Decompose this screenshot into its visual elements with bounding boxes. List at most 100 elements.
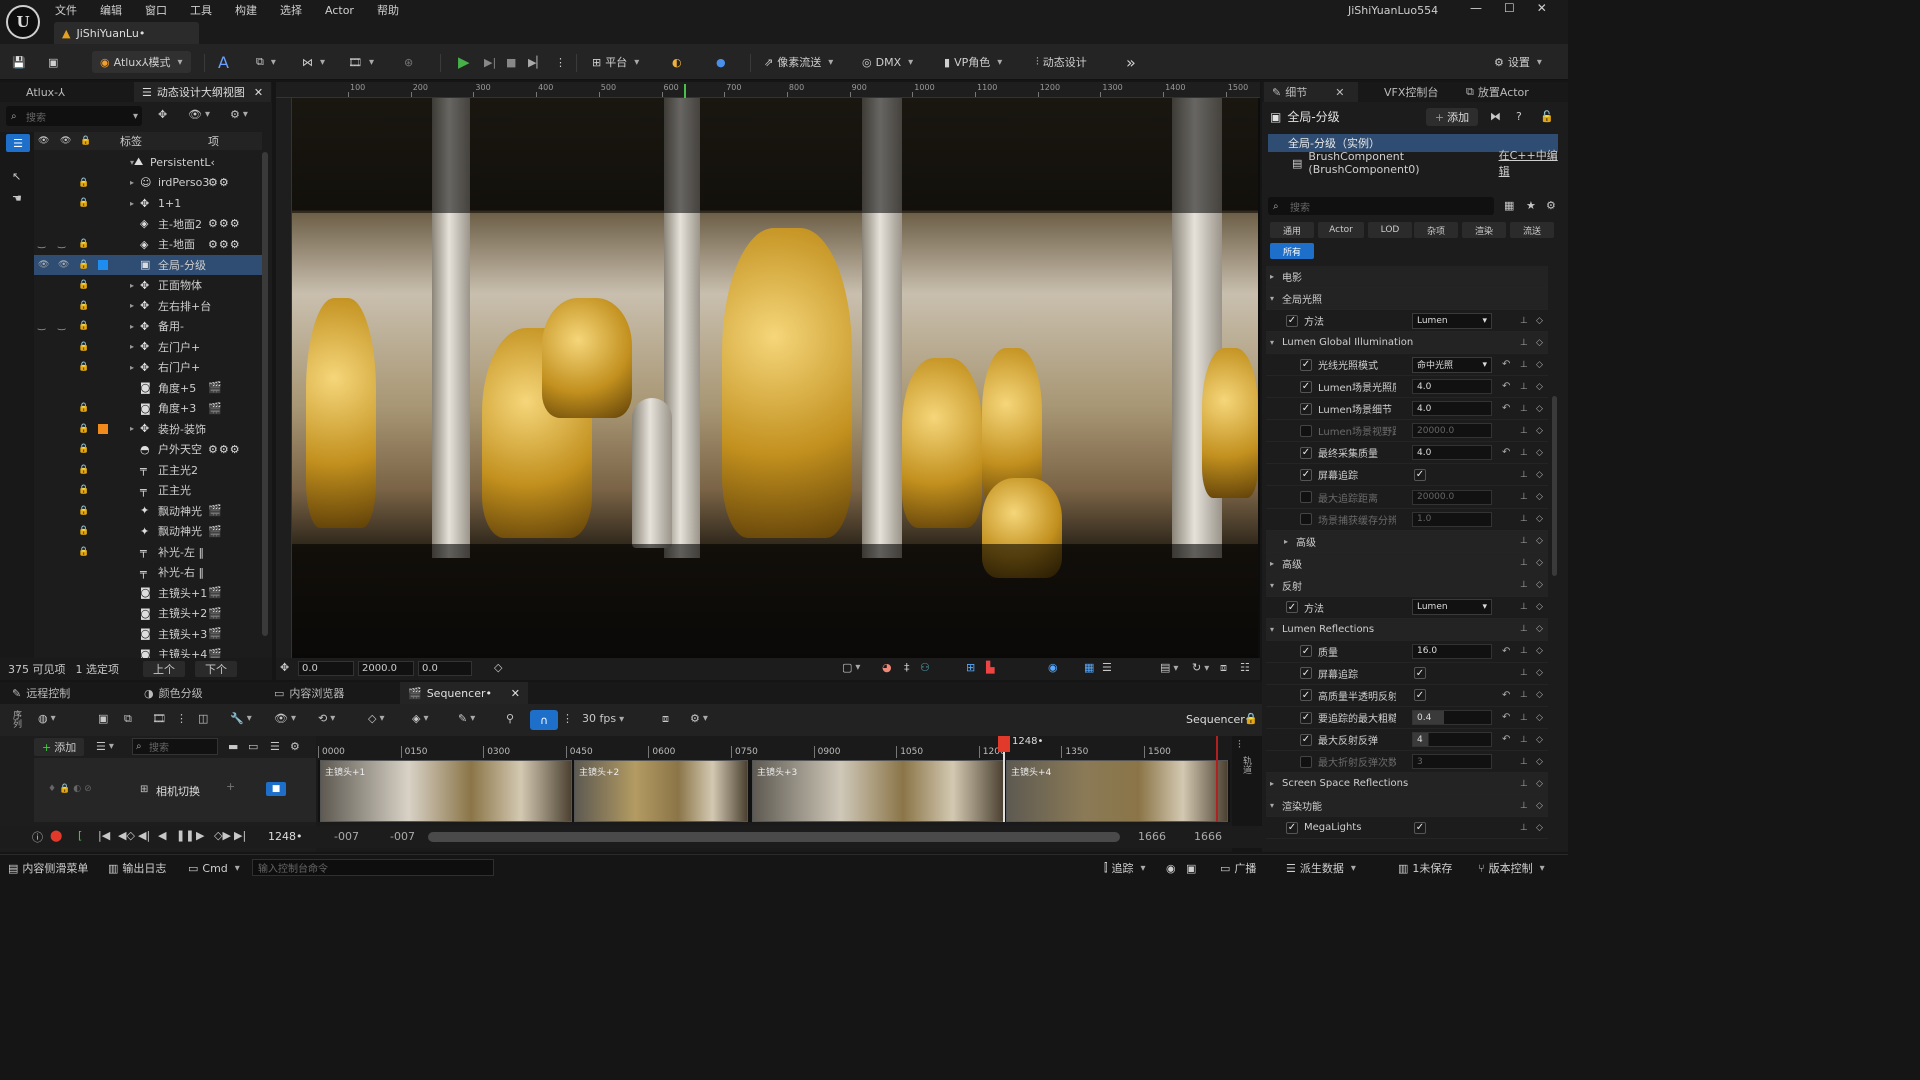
keyframe-icon[interactable]: ◇ [1536,713,1543,723]
lock-header-icon[interactable]: 🔒 [80,136,91,146]
expand-arrow-icon[interactable]: ▸ [1270,272,1274,281]
keyframe-icon[interactable]: ◇ [1536,492,1543,502]
hidden-in-game-icon[interactable]: ‿ [58,239,65,249]
seq-lock-icon[interactable]: 🔒 [1244,712,1258,725]
close-tab-icon[interactable]: ✕ [254,86,263,99]
expand-arrow-icon[interactable]: ▸ [130,322,134,331]
property-row[interactable]: Lumen场景细节 4.0 ↶ ⊥ ◇ [1266,398,1548,421]
play-options-icon[interactable]: ⋮ [555,51,566,73]
work-out-frame[interactable]: 1666 [1138,830,1166,843]
end-field[interactable]: 2000.0 [358,661,414,676]
outliner-row[interactable]: 🔒 ◙ 角度+3 🎬 [34,398,262,418]
outliner-row[interactable]: 🔒 ╤ 正主光2 [34,460,262,480]
property-value-field[interactable]: 4.0 [1412,445,1492,461]
expand-arrow-icon[interactable]: ▸ [130,424,134,433]
lock-details-icon[interactable]: 🔓 [1540,110,1554,123]
category-filter[interactable]: 流送 [1510,222,1554,238]
property-section[interactable]: ▸ 高级 ⊥ ◇ [1266,530,1548,553]
outliner-row[interactable]: 🔒 ✦ 飘动神光 🎬 [34,501,262,521]
add-track-button[interactable]: + 添加 [34,738,85,756]
property-row[interactable]: 质量 16.0 ↶ ⊥ ◇ [1266,641,1548,663]
tab-content-browser[interactable]: ▭ 内容浏览器 [266,682,352,704]
property-action-icon[interactable]: ⊥ [1520,426,1528,436]
property-section[interactable]: ▾ Lumen Global Illumination ⊥ ◇ [1266,332,1548,355]
motion-design-button[interactable]: ⫶ 动态设计 [1036,51,1087,73]
next-key-icon[interactable]: ◇▶ [214,829,231,842]
menu-select[interactable]: 选择 [280,2,313,18]
details-settings-icon[interactable]: ⚙ [1546,199,1556,212]
derived-data-menu[interactable]: ☰ 派生数据 [1286,860,1356,876]
lock-icon[interactable]: 🔒 [78,506,89,516]
layout-icon[interactable]: ▤ [1160,661,1178,674]
outliner-row[interactable]: ▾ ⛰ PersistentL‹ [34,152,262,172]
tab-remote-control[interactable]: ✎ 远程控制 [4,682,78,704]
menu-window[interactable]: 窗口 [145,2,178,18]
marker-icon[interactable]: ⚲ [506,712,514,725]
add-actor-icon[interactable]: ⧉ [256,51,276,73]
end-marker[interactable] [1216,736,1218,822]
menu-help[interactable]: 帮助 [377,2,410,18]
property-section[interactable]: ▾ 反射 ⊥ ◇ [1266,574,1548,597]
section-action-icon[interactable]: ⊥ [1520,779,1528,789]
override-checkbox[interactable] [1300,424,1312,437]
override-checkbox[interactable] [1300,689,1312,702]
track-settings-icon[interactable]: ⚙ [290,740,300,753]
info-icon[interactable]: ⓘ [32,829,43,845]
key-tools-icon[interactable]: 🔧 [230,712,252,725]
property-section[interactable]: ▾ 全局光照 [1266,288,1548,311]
keyframe-icon[interactable]: ◇ [1536,404,1543,414]
jump-end-icon[interactable]: ▶| [234,829,246,842]
stop-icon[interactable]: ■ [506,51,516,73]
lock-icon[interactable]: 🔒 [78,485,89,495]
property-row[interactable]: 屏幕追踪 ⊥ ◇ [1266,663,1548,685]
keyframe-icon[interactable]: ◇ [1536,735,1543,745]
console-input[interactable]: 输入控制台命令 [252,859,494,876]
maximize-viewport-icon[interactable]: ⧈ [1220,661,1227,675]
category-filter[interactable]: 杂项 [1414,222,1458,238]
star-icon[interactable]: ★ [1526,199,1536,212]
maximize-icon[interactable]: ☐ [1504,1,1515,15]
menu-actor[interactable]: Actor [325,4,365,17]
hand-icon[interactable]: ☚ [12,192,22,205]
property-value-field[interactable]: 20000.0 [1412,489,1492,505]
property-action-icon[interactable]: ⊥ [1520,823,1528,833]
filter-lines-icon[interactable]: ☰ [1102,661,1112,674]
section-action-icon[interactable]: ⊥ [1520,558,1528,568]
playhead-handle[interactable] [998,736,1010,752]
outliner-row[interactable]: ◙ 角度+5 🎬 [34,378,262,398]
outliner-row[interactable]: 🔒 ╤ 正主光 [34,480,262,500]
lock-icon[interactable]: 🔒 [78,280,89,290]
camera-lock-icon[interactable]: ■ [266,782,286,796]
property-action-icon[interactable]: ⊥ [1520,382,1528,392]
section-action-icon[interactable]: ⊥ [1520,580,1528,590]
menu-edit[interactable]: 编辑 [100,2,133,18]
tab-atlux[interactable]: Atlux-⅄ [18,82,73,102]
section-action-icon[interactable]: ⊥ [1520,801,1528,811]
lock-icon[interactable]: 🔒 [78,260,89,270]
build-icon[interactable]: ⊛ [404,51,413,73]
property-action-icon[interactable]: ⊥ [1520,514,1528,524]
keyframe-icon[interactable]: ◇ [1536,624,1543,634]
outliner-row[interactable]: ‿ ‿ 🔒 ▸ ✥ 备用- [34,316,262,336]
keyframe-tool-icon[interactable]: ◇ [368,712,385,725]
list-icon[interactable]: ☰ [270,740,280,753]
property-action-icon[interactable]: ⊥ [1520,646,1528,656]
property-value-field[interactable]: 1.0 [1412,511,1492,527]
close-window-icon[interactable]: ✕ [1537,1,1547,15]
category-filter[interactable]: Actor [1318,222,1364,238]
platform-menu[interactable]: ⊞ 平台 [592,51,639,73]
property-action-icon[interactable]: ⊥ [1520,404,1528,414]
override-checkbox[interactable] [1286,601,1298,614]
details-search-input[interactable]: ⌕ 搜索 [1268,197,1494,215]
view-mode-icon[interactable]: ▢ [842,661,860,674]
reset-default-icon[interactable]: ↶ [1502,403,1510,414]
unreal-logo-icon[interactable]: U [6,5,40,39]
render-icon[interactable]: 🎞 [152,712,166,725]
world-icon[interactable]: ◍ [38,712,56,725]
keyframe-icon[interactable]: ◇ [1536,470,1543,480]
lock-icon[interactable]: 🔒 [78,444,89,454]
start-field[interactable]: 0.0 [298,661,354,676]
override-checkbox[interactable] [1300,402,1312,415]
camera-cut-section[interactable]: 主镜头+3 [752,760,1004,822]
override-checkbox[interactable] [1300,755,1312,768]
